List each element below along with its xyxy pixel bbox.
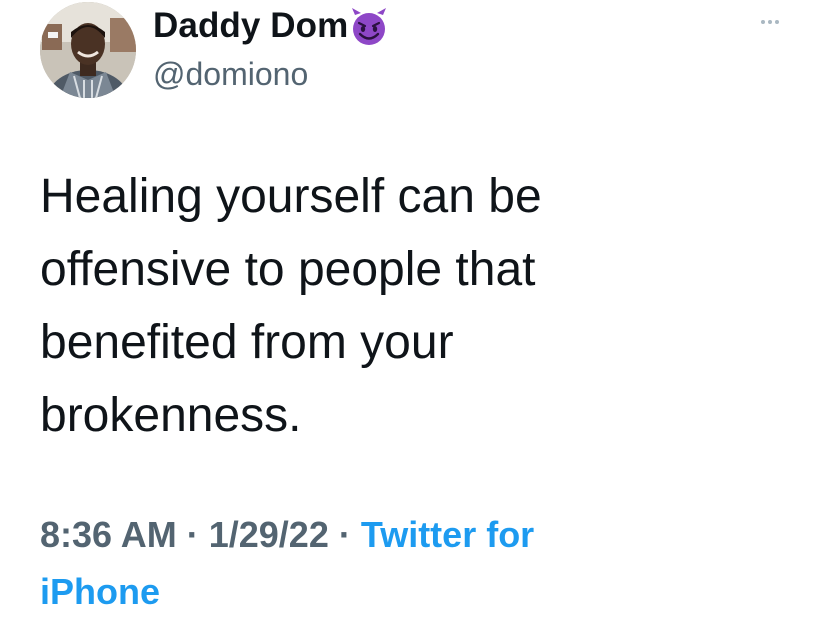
tweet-text-line: offensive to people that — [40, 243, 536, 296]
tweet-time[interactable]: 8:36 AM — [40, 514, 177, 555]
profile-photo-icon — [40, 2, 136, 98]
more-dot — [768, 20, 772, 24]
meta-separator: · — [186, 514, 209, 555]
tweet-text-line: brokenness. — [40, 389, 302, 442]
meta-separator: · — [338, 514, 361, 555]
tweet-text: Healing yourself can be offensive to peo… — [40, 160, 760, 452]
more-options-icon[interactable] — [752, 8, 788, 36]
tweet-text-line: Healing yourself can be — [40, 170, 542, 223]
more-dot — [775, 20, 779, 24]
display-name-row[interactable]: Daddy Dom — [153, 2, 389, 50]
avatar[interactable] — [40, 2, 136, 98]
tweet-date[interactable]: 1/29/22 — [209, 514, 329, 555]
source-text-line2: iPhone — [40, 571, 161, 612]
user-handle[interactable]: @domiono — [153, 56, 308, 93]
tweet-text-line: benefited from your — [40, 316, 454, 369]
smiling-devil-emoji-icon — [349, 7, 389, 47]
tweet-card: Daddy Dom @domiono Healing yourself can … — [0, 0, 828, 629]
source-text-line1: Twitter for — [360, 514, 535, 555]
tweet-metadata: 8:36 AM · 1/29/22 · Twitter for iPhone — [40, 506, 800, 620]
more-dot — [761, 20, 765, 24]
display-name[interactable]: Daddy Dom — [153, 6, 348, 46]
